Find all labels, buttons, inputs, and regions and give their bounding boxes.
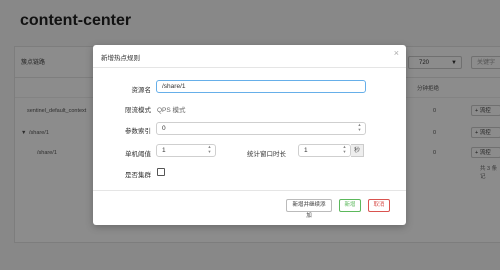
- window-field: ▲▼: [298, 144, 351, 157]
- threshold-label: 单机阈值: [125, 151, 151, 158]
- window-label: 统计窗口时长: [247, 151, 286, 158]
- dialog-title: 新增热点规则: [101, 55, 140, 62]
- stepper-icon[interactable]: ▲ ▼: [356, 122, 363, 132]
- add-hotspot-rule-dialog: 新增热点规则 × 资源名 限流模式 QPS 模式 参数索引 ▲▼ 单机阈值 ▲▼…: [93, 45, 406, 225]
- mode-label: 限流模式: [125, 107, 151, 114]
- cancel-button[interactable]: 取消: [368, 199, 390, 212]
- param-index-label: 参数索引: [125, 128, 151, 135]
- divider: [93, 190, 406, 191]
- threshold-field: ▲▼: [156, 144, 216, 157]
- resource-name-input[interactable]: [156, 80, 366, 93]
- stepper-icon[interactable]: ▲ ▼: [206, 144, 213, 154]
- resource-label: 资源名: [131, 87, 152, 94]
- add-button[interactable]: 新增: [339, 199, 361, 212]
- window-unit: 秒: [351, 144, 364, 157]
- param-index-input[interactable]: [156, 122, 366, 135]
- cluster-checkbox[interactable]: [157, 168, 165, 176]
- cluster-label: 是否集群: [125, 172, 151, 179]
- divider: [93, 67, 406, 68]
- add-and-continue-button[interactable]: 新增并继续添加: [286, 199, 332, 219]
- param-index-field: ▲▼: [156, 122, 366, 135]
- mode-value: QPS 模式: [157, 107, 186, 114]
- stepper-icon[interactable]: ▲ ▼: [341, 144, 348, 154]
- close-icon[interactable]: ×: [394, 48, 399, 58]
